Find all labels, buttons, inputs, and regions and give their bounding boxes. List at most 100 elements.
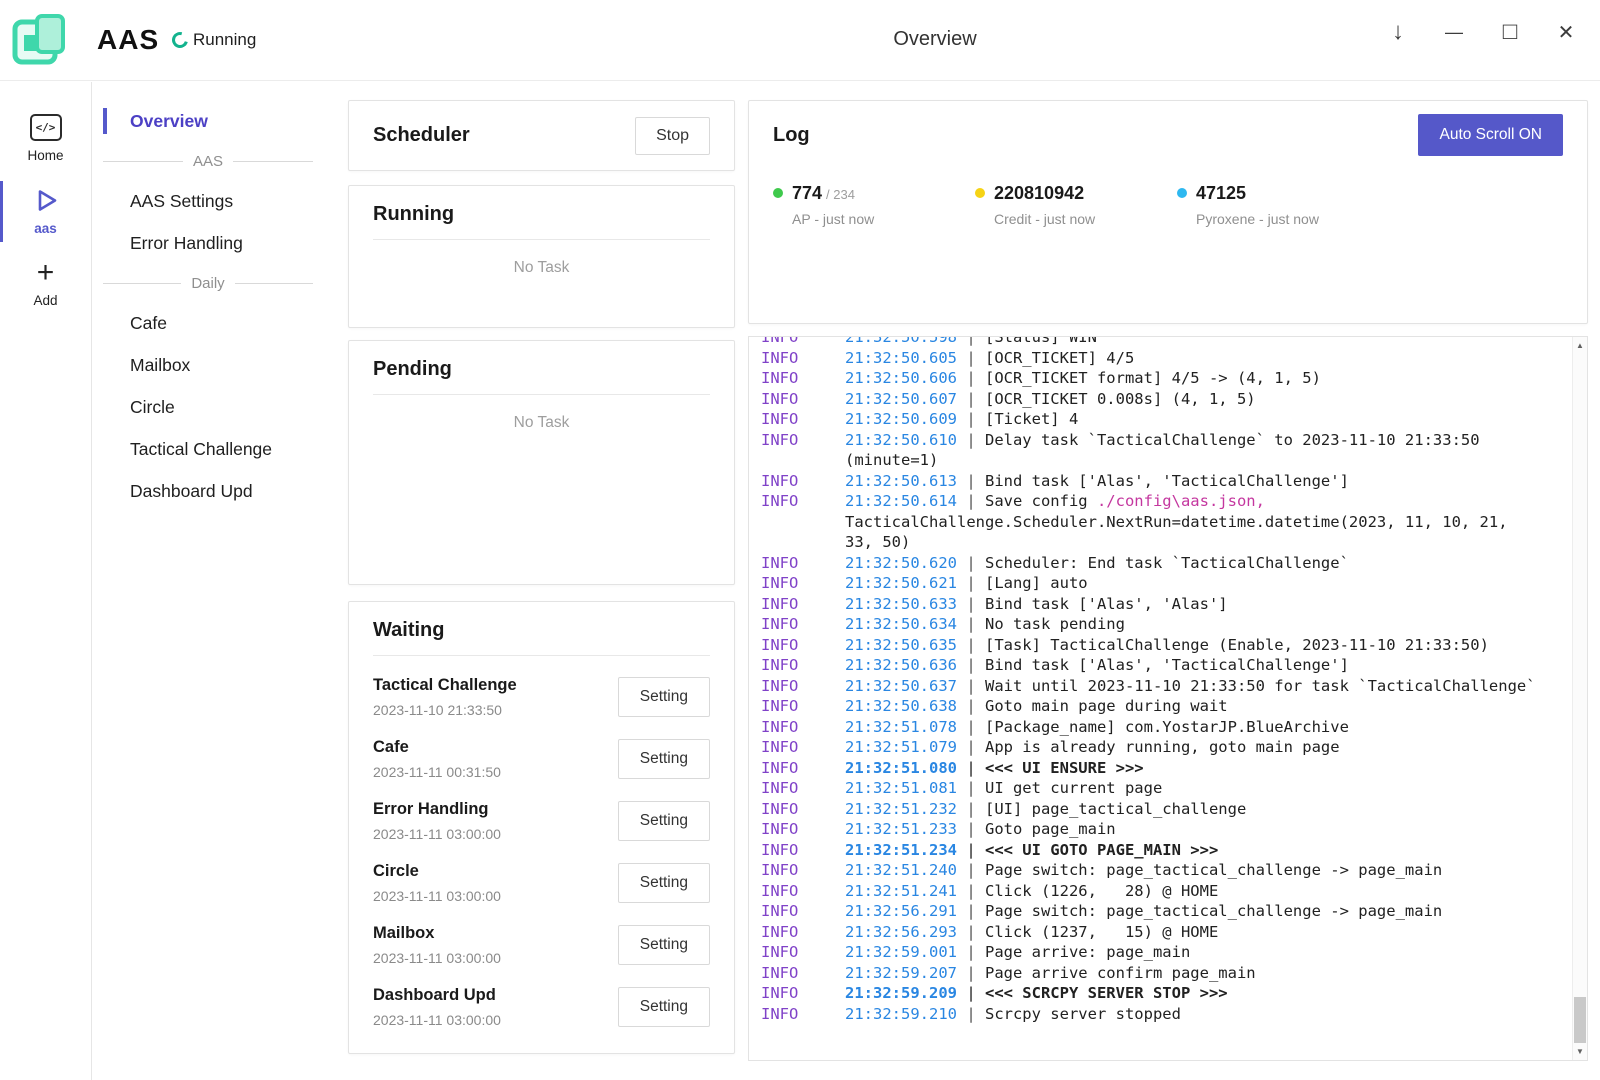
log-line: INFO21:32:51.079 | App is already runnin… bbox=[761, 737, 1566, 758]
log-separator: | bbox=[957, 595, 985, 613]
log-level: INFO bbox=[761, 553, 845, 574]
task-setting-button[interactable]: Setting bbox=[618, 987, 710, 1027]
stat-suffix: / 234 bbox=[826, 187, 855, 202]
scheduler-stop-button[interactable]: Stop bbox=[635, 117, 710, 155]
log-scrollbar[interactable]: ▲ ▼ bbox=[1572, 337, 1587, 1060]
log-message: 21:32:50.610 | Delay task `TacticalChall… bbox=[845, 430, 1566, 451]
menu-item-cafe[interactable]: Cafe bbox=[93, 302, 339, 344]
rail-label-aas: aas bbox=[34, 221, 57, 236]
menu-item-error-handling[interactable]: Error Handling bbox=[93, 222, 339, 264]
icon-rail: </> Home aas + Add bbox=[0, 82, 92, 1080]
rail-item-add[interactable]: + Add bbox=[0, 248, 91, 320]
task-row-dashboard-upd: Dashboard Upd2023-11-11 03:00:00Setting bbox=[373, 976, 710, 1038]
log-message: 21:32:50.637 | Wait until 2023-11-10 21:… bbox=[845, 676, 1566, 697]
log-separator: | bbox=[957, 820, 985, 838]
menu-item-overview[interactable]: Overview bbox=[93, 100, 339, 142]
stat-dot-icon bbox=[1177, 188, 1187, 198]
log-line: INFO21:32:51.240 | Page switch: page_tac… bbox=[761, 860, 1566, 881]
log-level: INFO bbox=[761, 409, 845, 430]
minimize-icon[interactable]: — bbox=[1436, 14, 1472, 50]
task-name: Mailbox bbox=[373, 924, 501, 943]
menu-item-dashboard-upd[interactable]: Dashboard Upd bbox=[93, 470, 339, 512]
scroll-up-icon[interactable]: ▲ bbox=[1573, 338, 1587, 353]
log-timestamp: 21:32:50.606 bbox=[845, 369, 957, 387]
titlebar: AAS Running Overview ↓ — □ ✕ bbox=[0, 0, 1600, 81]
log-message: 21:32:51.081 | UI get current page bbox=[845, 778, 1566, 799]
log-stats: 774/ 234AP - just now220810942Credit - j… bbox=[773, 183, 1563, 227]
log-message: 21:32:50.620 | Scheduler: End task `Tact… bbox=[845, 553, 1566, 574]
menu-item-circle[interactable]: Circle bbox=[93, 386, 339, 428]
menu-item-mailbox[interactable]: Mailbox bbox=[93, 344, 339, 386]
log-line: INFO21:32:51.233 | Goto page_main bbox=[761, 819, 1566, 840]
log-message: 21:32:59.001 | Page arrive: page_main bbox=[845, 942, 1566, 963]
log-separator: | bbox=[957, 472, 985, 490]
log-message: 21:32:59.210 | Scrcpy server stopped bbox=[845, 1004, 1566, 1025]
log-level: INFO bbox=[761, 799, 845, 820]
log-message: 21:32:51.234 | <<< UI GOTO PAGE_MAIN >>> bbox=[845, 840, 1566, 861]
log-timestamp: 21:32:51.241 bbox=[845, 882, 957, 900]
log-level: INFO bbox=[761, 368, 845, 389]
log-level: INFO bbox=[761, 901, 845, 922]
log-line: INFO21:32:59.207 | Page arrive confirm p… bbox=[761, 963, 1566, 984]
log-line: TacticalChallenge.Scheduler.NextRun=date… bbox=[761, 512, 1566, 533]
log-message: 21:32:50.633 | Bind task ['Alas', 'Alas'… bbox=[845, 594, 1566, 615]
log-line: (minute=1) bbox=[761, 450, 1566, 471]
log-scroll-area[interactable]: INFO21:32:50.598 | [Status] WININFO21:32… bbox=[749, 337, 1572, 1060]
log-separator: | bbox=[957, 984, 985, 1002]
stat-credit-just-now: 220810942Credit - just now bbox=[975, 183, 1177, 227]
rail-item-aas[interactable]: aas bbox=[0, 175, 91, 248]
waiting-task-list: Tactical Challenge2023-11-10 21:33:50Set… bbox=[373, 656, 710, 1038]
task-setting-button[interactable]: Setting bbox=[618, 801, 710, 841]
log-message: 21:32:56.291 | Page switch: page_tactica… bbox=[845, 901, 1566, 922]
log-timestamp: 21:32:51.078 bbox=[845, 718, 957, 736]
log-line: INFO21:32:50.605 | [OCR_TICKET] 4/5 bbox=[761, 348, 1566, 369]
log-level: INFO bbox=[761, 717, 845, 738]
log-level: INFO bbox=[761, 573, 845, 594]
log-level: INFO bbox=[761, 819, 845, 840]
task-setting-button[interactable]: Setting bbox=[618, 677, 710, 717]
log-level: INFO bbox=[761, 778, 845, 799]
log-card: Log Auto Scroll ON 774/ 234AP - just now… bbox=[748, 100, 1588, 324]
log-separator: | bbox=[957, 349, 985, 367]
download-icon[interactable]: ↓ bbox=[1380, 14, 1416, 50]
log-timestamp: 21:32:50.620 bbox=[845, 554, 957, 572]
log-message: 21:32:59.207 | Page arrive confirm page_… bbox=[845, 963, 1566, 984]
task-setting-button[interactable]: Setting bbox=[618, 739, 710, 779]
log-line: INFO21:32:50.638 | Goto main page during… bbox=[761, 696, 1566, 717]
pending-empty-text: No Task bbox=[373, 395, 710, 432]
log-separator: | bbox=[957, 431, 985, 449]
log-separator: | bbox=[957, 1005, 985, 1023]
log-level: INFO bbox=[761, 471, 845, 492]
log-separator: | bbox=[957, 615, 985, 633]
log-line: INFO21:32:50.637 | Wait until 2023-11-10… bbox=[761, 676, 1566, 697]
log-timestamp: 21:32:59.001 bbox=[845, 943, 957, 961]
menu-item-aas-settings[interactable]: AAS Settings bbox=[93, 180, 339, 222]
task-setting-button[interactable]: Setting bbox=[618, 925, 710, 965]
stat-dot-icon bbox=[975, 188, 985, 198]
scrollbar-thumb[interactable] bbox=[1574, 997, 1586, 1043]
log-separator: | bbox=[957, 964, 985, 982]
log-line: INFO21:32:50.620 | Scheduler: End task `… bbox=[761, 553, 1566, 574]
scroll-down-icon[interactable]: ▼ bbox=[1573, 1044, 1587, 1059]
log-line: INFO21:32:59.001 | Page arrive: page_mai… bbox=[761, 942, 1566, 963]
log-level bbox=[761, 512, 845, 533]
task-name: Cafe bbox=[373, 738, 501, 757]
log-separator: | bbox=[957, 759, 985, 777]
close-icon[interactable]: ✕ bbox=[1548, 14, 1584, 50]
task-time: 2023-11-11 03:00:00 bbox=[373, 888, 501, 904]
log-level: INFO bbox=[761, 594, 845, 615]
log-separator: | bbox=[957, 656, 985, 674]
task-name: Circle bbox=[373, 862, 501, 881]
log-message: 21:32:50.609 | [Ticket] 4 bbox=[845, 409, 1566, 430]
log-message: 21:32:51.080 | <<< UI ENSURE >>> bbox=[845, 758, 1566, 779]
menu-item-tactical-challenge[interactable]: Tactical Challenge bbox=[93, 428, 339, 470]
log-line: INFO21:32:59.210 | Scrcpy server stopped bbox=[761, 1004, 1566, 1025]
log-level: INFO bbox=[761, 389, 845, 410]
task-setting-button[interactable]: Setting bbox=[618, 863, 710, 903]
rail-item-home[interactable]: </> Home bbox=[0, 102, 91, 175]
auto-scroll-button[interactable]: Auto Scroll ON bbox=[1418, 114, 1563, 156]
plus-icon: + bbox=[37, 260, 55, 286]
log-timestamp: 21:32:56.291 bbox=[845, 902, 957, 920]
maximize-icon[interactable]: □ bbox=[1492, 14, 1528, 50]
log-level: INFO bbox=[761, 348, 845, 369]
